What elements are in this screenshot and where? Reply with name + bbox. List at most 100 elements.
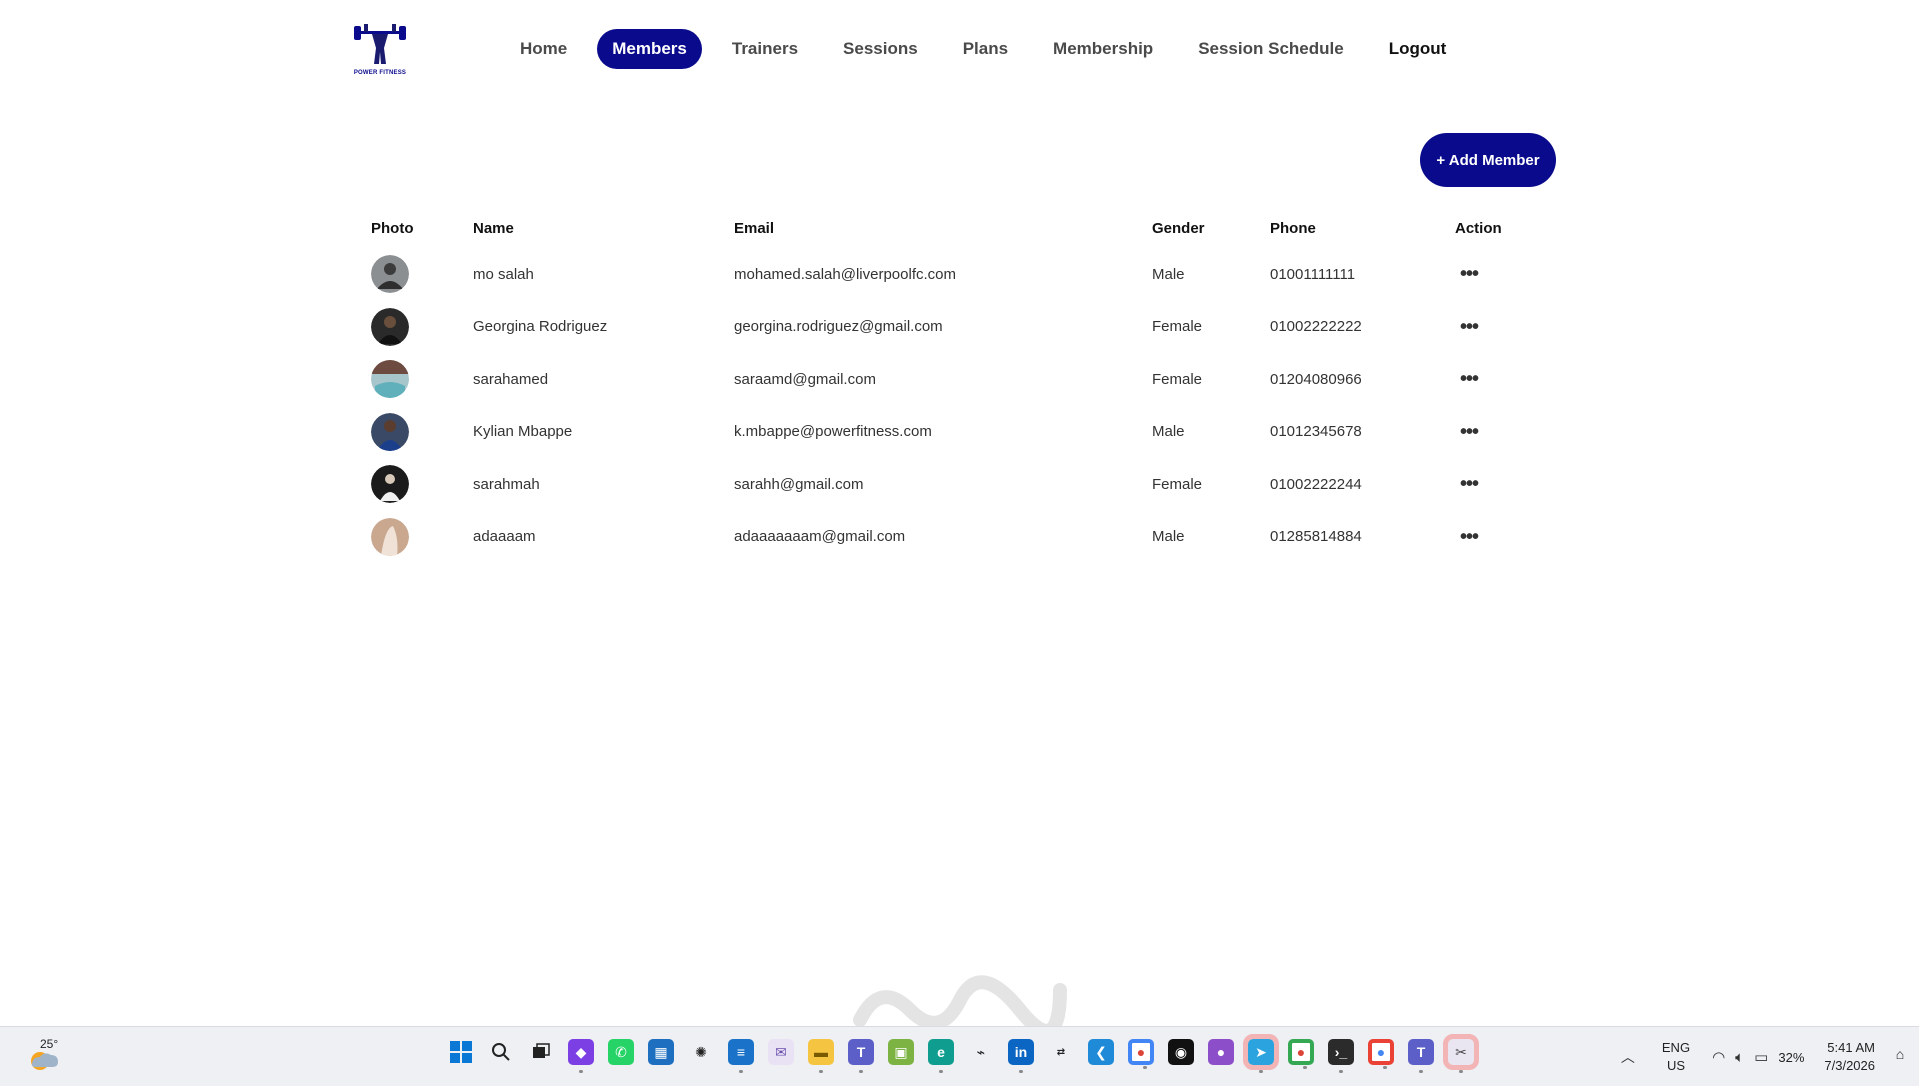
chrome-icon[interactable]: ● [1128, 1039, 1154, 1069]
clock-time: 5:41 AM [1827, 1040, 1875, 1055]
member-name: sarahmah [473, 475, 540, 493]
more-actions-icon[interactable]: ••• [1457, 525, 1481, 549]
mail-icon[interactable]: ✉ [768, 1039, 794, 1065]
table-row: sarahamed saraamd@gmail.com Female 01204… [371, 353, 1531, 406]
terminal-app-icon[interactable]: ⌁ [968, 1039, 994, 1065]
edge-icon[interactable]: e [928, 1039, 954, 1073]
battery-icon[interactable]: ▭ [1754, 1048, 1768, 1066]
nav-plans[interactable]: Plans [948, 29, 1023, 69]
member-email: k.mbappe@powerfitness.com [734, 423, 932, 441]
header-action: Action [1455, 219, 1502, 237]
member-name: Georgina Rodriguez [473, 318, 608, 336]
visual-studio-icon[interactable]: ◆ [568, 1039, 594, 1073]
terminal-icon[interactable]: ›_ [1328, 1039, 1354, 1073]
table-row: adaaaam adaaaaaaam@gmail.com Male 012858… [371, 511, 1531, 564]
code-app-icon[interactable]: ⇄ [1048, 1039, 1074, 1065]
notifications-icon[interactable]: ⌂ [1889, 1046, 1911, 1068]
wifi-icon[interactable]: ◠ [1712, 1048, 1725, 1066]
search-icon[interactable] [488, 1039, 514, 1065]
weather-temperature: 25° [40, 1037, 59, 1051]
app-green-icon[interactable]: ▣ [888, 1039, 914, 1065]
nav-home[interactable]: Home [505, 29, 582, 69]
teams-icon[interactable]: T [848, 1039, 874, 1073]
member-avatar [371, 465, 409, 504]
header-phone: Phone [1270, 219, 1316, 237]
member-email: sarahh@gmail.com [734, 475, 864, 493]
task-view-icon[interactable] [528, 1039, 554, 1065]
table-row: sarahmah sarahh@gmail.com Female 0100222… [371, 458, 1531, 511]
main-nav: Home Members Trainers Sessions Plans Mem… [505, 27, 1476, 71]
more-actions-icon[interactable]: ••• [1457, 367, 1481, 391]
nav-members[interactable]: Members [597, 29, 702, 69]
nav-session-schedule[interactable]: Session Schedule [1183, 29, 1359, 69]
start-icon[interactable] [448, 1039, 474, 1065]
table-header: Photo Name Email Gender Phone Action [371, 218, 1531, 238]
chrome-alt-icon[interactable]: ● [1368, 1039, 1394, 1069]
chatgpt-icon[interactable]: ✺ [688, 1039, 714, 1065]
table-row: Kylian Mbappe k.mbappe@powerfitness.com … [371, 406, 1531, 459]
member-avatar [371, 360, 409, 399]
store-icon[interactable]: ▦ [648, 1039, 674, 1065]
linkedin-icon[interactable]: in [1008, 1039, 1034, 1073]
brand-logo-text: POWER FITNESS [353, 70, 407, 76]
member-phone: 01001111111 [1270, 265, 1356, 283]
member-email: georgina.rodriguez@gmail.com [734, 318, 943, 336]
nav-sessions[interactable]: Sessions [828, 29, 933, 69]
clock-date: 7/3/2026 [1824, 1058, 1875, 1073]
member-avatar [371, 412, 409, 451]
region-label: US [1666, 1058, 1685, 1073]
member-name: Kylian Mbappe [473, 423, 573, 441]
vscode-icon[interactable]: ❮ [1088, 1039, 1114, 1065]
snipping-tool-icon[interactable]: ✂ [1443, 1034, 1479, 1073]
member-gender: Male [1152, 423, 1185, 441]
battery-percentage: 32% [1778, 1049, 1805, 1065]
more-actions-icon[interactable]: ••• [1457, 420, 1481, 444]
os-taskbar: 25° ◆ ✆ ▦ ✺ ≡ ✉ ▬ T ▣ e ⌁ in ⇄ ❮ ● ◉ ● ➤… [0, 1026, 1919, 1086]
member-phone: 01002222222 [1270, 318, 1362, 336]
brand-logo[interactable]: POWER FITNESS [350, 20, 410, 76]
app-page: POWER FITNESS Home Members Trainers Sess… [0, 0, 1919, 1030]
add-member-button[interactable]: + Add Member [1420, 133, 1556, 187]
system-tray: ︿ ENG US ◠ 🔈︎ ▭ 32% 5:41 AM 7/3/2026 ⌂ [1618, 1027, 1919, 1087]
clock[interactable]: 5:41 AM 7/3/2026 [1824, 1039, 1875, 1075]
more-actions-icon[interactable]: ••• [1457, 472, 1481, 496]
logout-button[interactable]: Logout [1374, 29, 1462, 69]
member-phone: 01002222244 [1270, 475, 1362, 493]
chrome-profile-icon[interactable]: ● [1288, 1039, 1314, 1069]
more-actions-icon[interactable]: ••• [1457, 315, 1481, 339]
dumbbell-logo-icon [354, 24, 406, 64]
nav-trainers[interactable]: Trainers [717, 29, 813, 69]
member-phone: 01204080966 [1270, 370, 1362, 388]
member-name: mo salah [473, 265, 534, 283]
member-avatar [371, 255, 409, 294]
language-label: ENG [1661, 1040, 1691, 1055]
chevron-up-icon[interactable]: ︿ [1618, 1047, 1638, 1067]
telegram-icon[interactable]: ➤ [1243, 1034, 1279, 1073]
header-gender: Gender [1152, 219, 1205, 237]
member-email: mohamed.salah@liverpoolfc.com [734, 265, 956, 283]
member-gender: Female [1152, 475, 1203, 493]
table-row: Georgina Rodriguez georgina.rodriguez@gm… [371, 301, 1531, 354]
member-gender: Male [1152, 528, 1185, 546]
database-icon[interactable]: ≡ [728, 1039, 754, 1073]
member-gender: Female [1152, 318, 1203, 336]
member-name: sarahamed [473, 370, 549, 388]
member-gender: Female [1152, 370, 1203, 388]
member-phone: 01285814884 [1270, 528, 1362, 546]
member-email: saraamd@gmail.com [734, 370, 876, 388]
more-actions-icon[interactable]: ••• [1457, 262, 1481, 286]
member-avatar [371, 517, 409, 556]
teams-alt-icon[interactable]: T [1408, 1039, 1434, 1073]
github-icon[interactable]: ◉ [1168, 1039, 1194, 1065]
members-table: Photo Name Email Gender Phone Action mo … [371, 218, 1531, 563]
nav-membership[interactable]: Membership [1038, 29, 1168, 69]
member-avatar [371, 307, 409, 346]
volume-icon[interactable]: 🔈︎ [1735, 1049, 1744, 1066]
whatsapp-icon[interactable]: ✆ [608, 1039, 634, 1065]
language-indicator[interactable]: ENG US [1662, 1039, 1690, 1075]
member-name: adaaaam [473, 528, 536, 546]
file-explorer-icon[interactable]: ▬ [808, 1039, 834, 1073]
podcast-app-icon[interactable]: ● [1208, 1039, 1234, 1065]
member-phone: 01012345678 [1270, 423, 1362, 441]
member-email: adaaaaaaam@gmail.com [734, 528, 906, 546]
